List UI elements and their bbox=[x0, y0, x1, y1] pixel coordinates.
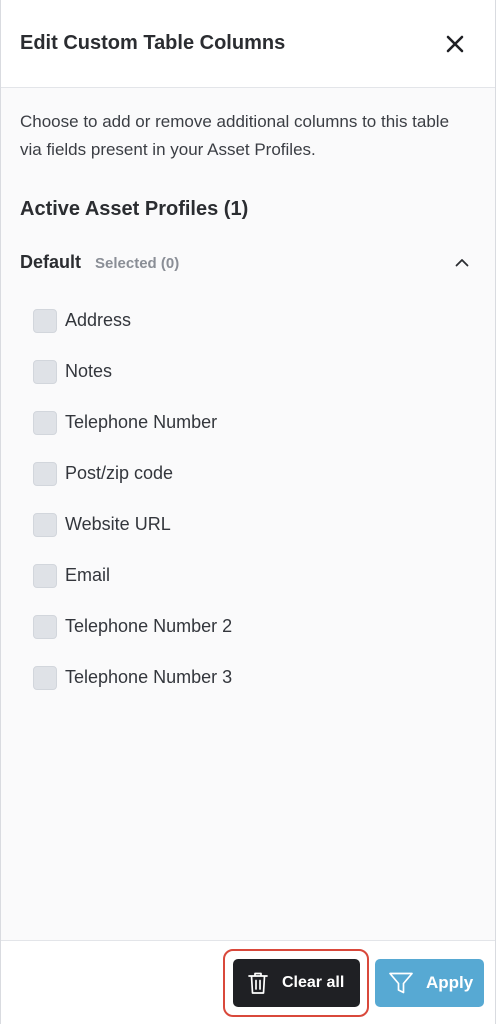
edit-columns-panel: Edit Custom Table Columns Choose to add … bbox=[0, 0, 496, 1024]
close-icon bbox=[446, 35, 464, 52]
field-item[interactable]: Telephone Number 3 bbox=[20, 652, 476, 703]
field-list: Address Notes Telephone Number Post/zip cod… bbox=[20, 295, 476, 703]
field-label: Telephone Number 3 bbox=[65, 667, 233, 687]
field-checkbox[interactable] bbox=[33, 665, 57, 690]
field-label: Telephone Number bbox=[65, 412, 218, 432]
profile-group-toggle[interactable]: Default Selected (0) bbox=[20, 243, 476, 281]
field-checkbox[interactable] bbox=[33, 461, 57, 486]
field-item[interactable]: Post/zip code bbox=[20, 448, 476, 499]
trash-icon bbox=[248, 972, 268, 994]
field-item[interactable]: Email bbox=[20, 550, 476, 601]
clear-all-label: Clear all bbox=[282, 974, 345, 991]
panel-body: Choose to add or remove additional colum… bbox=[1, 88, 495, 940]
field-item[interactable]: Notes bbox=[20, 346, 476, 397]
field-checkbox[interactable] bbox=[33, 359, 57, 384]
field-checkbox[interactable] bbox=[33, 410, 57, 435]
field-checkbox[interactable] bbox=[33, 614, 57, 639]
field-checkbox[interactable] bbox=[33, 512, 57, 537]
panel-footer: Clear all Apply bbox=[1, 940, 495, 1024]
field-checkbox[interactable] bbox=[33, 563, 57, 588]
clear-all-button[interactable]: Clear all bbox=[233, 959, 360, 1007]
field-item[interactable]: Website URL bbox=[20, 499, 476, 550]
field-label: Telephone Number 2 bbox=[65, 616, 233, 636]
panel-description: Choose to add or remove additional colum… bbox=[20, 112, 450, 159]
group-name: Default bbox=[20, 251, 82, 272]
apply-button[interactable]: Apply bbox=[375, 959, 484, 1007]
field-item[interactable]: Telephone Number 2 bbox=[20, 601, 476, 652]
field-item[interactable]: Address bbox=[20, 295, 476, 346]
field-label: Post/zip code bbox=[65, 463, 174, 483]
apply-label: Apply bbox=[426, 973, 474, 992]
group-selected-count: Selected (0) bbox=[95, 254, 180, 272]
chevron-up-icon bbox=[452, 252, 472, 272]
field-label: Website URL bbox=[65, 514, 171, 534]
filter-icon bbox=[389, 972, 413, 994]
panel-header: Edit Custom Table Columns bbox=[1, 0, 495, 88]
field-label: Address bbox=[65, 310, 132, 330]
field-label: Email bbox=[65, 565, 111, 585]
group-header: Default Selected (0) bbox=[20, 252, 179, 273]
field-checkbox[interactable] bbox=[33, 308, 57, 333]
field-item[interactable]: Telephone Number bbox=[20, 397, 476, 448]
field-label: Notes bbox=[65, 361, 113, 381]
section-title: Active Asset Profiles (1) bbox=[20, 198, 249, 220]
close-button[interactable] bbox=[441, 30, 469, 58]
panel-title: Edit Custom Table Columns bbox=[20, 32, 286, 54]
